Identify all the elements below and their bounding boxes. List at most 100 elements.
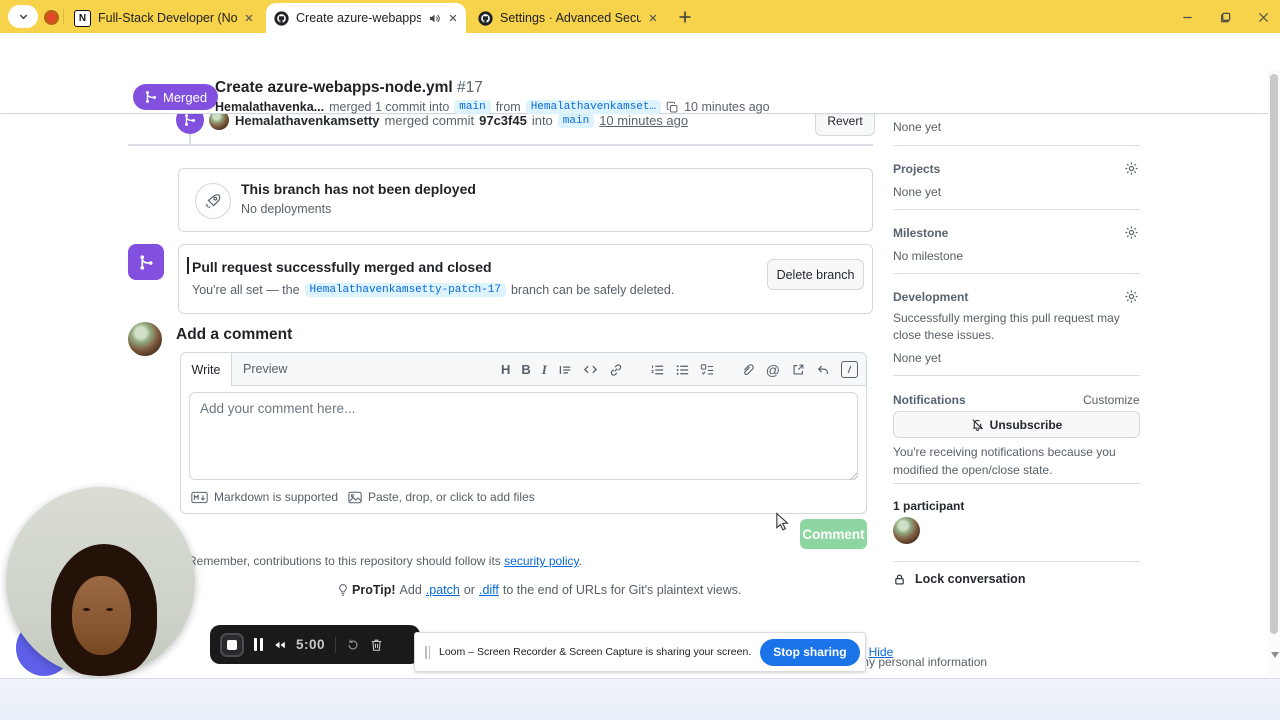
head-branch-chip[interactable]: Hemalathavenkamset…	[525, 100, 662, 114]
close-tab-icon[interactable]	[648, 13, 658, 23]
github-icon	[478, 10, 493, 26]
footer-partial-text[interactable]: re my personal information	[845, 655, 987, 669]
delete-recording-icon[interactable]	[370, 638, 383, 652]
pr-author[interactable]: Hemalathavenka...	[215, 100, 324, 114]
screen-share-banner: Loom – Screen Recorder & Screen Capture …	[414, 632, 893, 672]
copy-icon[interactable]	[666, 101, 679, 114]
webcam-overlay[interactable]	[6, 487, 195, 676]
tab-audio-icon[interactable]	[428, 12, 441, 25]
new-tab-button[interactable]	[676, 8, 694, 26]
hide-banner-link[interactable]: Hide	[869, 645, 894, 659]
task-list-icon[interactable]	[700, 363, 714, 377]
merged-card-body: You're all set — the Hemalathavenkamsett…	[192, 283, 675, 297]
sidebar-development-title[interactable]: Development	[893, 290, 1140, 304]
close-tab-icon[interactable]	[448, 13, 458, 23]
sidebar-milestone-title[interactable]: Milestone	[893, 226, 1140, 240]
recording-indicator-icon	[44, 10, 59, 25]
quote-icon[interactable]	[558, 363, 572, 377]
patch-link[interactable]: .patch	[426, 583, 460, 597]
close-tab-icon[interactable]	[244, 13, 254, 23]
deployment-subtitle: No deployments	[241, 202, 332, 216]
bold-icon[interactable]: B	[521, 362, 530, 377]
gear-icon[interactable]	[1124, 161, 1139, 176]
lock-conversation-button[interactable]: Lock conversation	[893, 572, 1025, 586]
browser-tab-notion[interactable]: N Full-Stack Developer (Nodejs +	[66, 3, 262, 33]
windows-taskbar: 6 32°C Sunny Search	[0, 678, 1280, 720]
tab-divider	[63, 9, 64, 24]
customize-link[interactable]: Customize	[1083, 393, 1140, 407]
gear-icon[interactable]	[1124, 289, 1139, 304]
restart-icon[interactable]	[346, 638, 360, 652]
branch-chip[interactable]: main	[557, 113, 595, 128]
numbered-list-icon[interactable]	[650, 363, 664, 377]
slash-command-icon[interactable]	[841, 361, 858, 378]
mention-icon[interactable]: @	[766, 362, 780, 378]
pause-recording-button[interactable]	[254, 638, 263, 651]
notion-icon: N	[74, 9, 91, 27]
avatar[interactable]	[128, 322, 162, 356]
markdown-supported-note[interactable]: Markdown is supported	[191, 490, 338, 504]
tab-preview[interactable]: Preview	[243, 362, 287, 376]
stop-recording-button[interactable]	[220, 632, 244, 657]
lightbulb-icon	[339, 584, 347, 596]
deployment-card: This branch has not been deployed No dep…	[178, 168, 873, 232]
loom-control-bar[interactable]: 5:00	[210, 625, 420, 664]
browser-tab-settings[interactable]: Settings · Advanced Security · H	[470, 3, 666, 33]
patch-branch-chip[interactable]: Hemalathavenkamsetty-patch-17	[304, 283, 506, 297]
pr-title: Create azure-webapps-node.yml #17	[215, 79, 483, 96]
add-comment-heading: Add a comment	[176, 326, 293, 343]
security-policy-link[interactable]: security policy	[504, 554, 578, 568]
participant-avatar[interactable]	[893, 517, 920, 544]
diff-link[interactable]: .diff	[479, 583, 499, 597]
scrollbar-thumb[interactable]	[1270, 74, 1278, 634]
notifications-desc: You're receiving notifications because y…	[893, 445, 1116, 477]
heading-icon[interactable]: H	[501, 362, 510, 377]
resize-grip[interactable]	[849, 472, 858, 481]
gear-icon[interactable]	[1124, 225, 1139, 240]
markdown-icon	[191, 491, 208, 503]
stop-sharing-button[interactable]: Stop sharing	[760, 638, 860, 666]
bullet-list-icon[interactable]	[675, 363, 689, 377]
tab-write[interactable]: Write	[181, 353, 232, 386]
comment-submit-button[interactable]: Comment	[800, 519, 867, 549]
italic-icon[interactable]: I	[542, 362, 547, 378]
browser-tab-github-pr[interactable]: Create azure-webapps-nod	[266, 3, 466, 33]
restart-clip-icon[interactable]	[273, 640, 286, 650]
development-value: None yet	[893, 351, 942, 365]
window-minimize-button[interactable]	[1176, 9, 1198, 25]
pr-timestamp: 10 minutes ago	[684, 100, 770, 114]
paste-files-note[interactable]: Paste, drop, or click to add files	[348, 490, 535, 504]
commit-link[interactable]: 97c3f45	[479, 113, 527, 128]
sidebar-projects-title[interactable]: Projects	[893, 162, 1140, 176]
recording-timer: 5:00	[296, 637, 326, 652]
text-caret	[187, 257, 189, 274]
lock-icon	[895, 573, 904, 585]
markdown-toolbar: H B I @	[501, 353, 858, 386]
timestamp-link[interactable]: 10 minutes ago	[599, 113, 688, 128]
code-icon[interactable]	[583, 362, 598, 377]
window-maximize-button[interactable]	[1214, 9, 1236, 25]
reply-icon[interactable]	[816, 363, 830, 377]
cross-reference-icon[interactable]	[791, 363, 805, 377]
screen: N Full-Stack Developer (Nodejs + Create …	[0, 0, 1280, 720]
git-merge-icon	[128, 244, 164, 280]
scrollbar-down-arrow[interactable]	[1271, 652, 1279, 658]
drag-handle[interactable]	[425, 645, 430, 659]
merge-actor[interactable]: Hemalathavenkamsetty	[235, 113, 380, 128]
browser-toolbar: github.com/Hemalathavenkamsetty/hemalath…	[0, 33, 1280, 99]
participants-title: 1 participant	[893, 499, 965, 513]
link-icon[interactable]	[609, 363, 623, 377]
chevron-down-icon	[19, 14, 27, 20]
protip-note: ProTip! Add .patch or .diff to the end o…	[338, 583, 742, 597]
attach-file-icon[interactable]	[741, 363, 755, 377]
base-branch-chip[interactable]: main	[454, 100, 491, 114]
merged-card: Pull request successfully merged and clo…	[178, 244, 873, 314]
delete-branch-button[interactable]: Delete branch	[767, 259, 864, 290]
unsubscribe-button[interactable]: Unsubscribe	[893, 411, 1140, 438]
pr-number: #17	[457, 79, 483, 96]
image-icon	[348, 491, 362, 503]
window-close-button[interactable]	[1252, 9, 1274, 25]
comment-input[interactable]	[189, 392, 858, 480]
rocket-icon	[195, 183, 231, 219]
tab-search-button[interactable]	[8, 5, 38, 28]
